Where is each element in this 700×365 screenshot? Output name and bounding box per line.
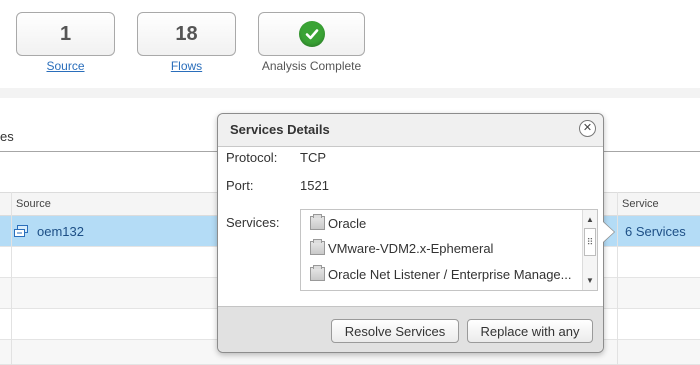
port-value: 1521 (300, 178, 329, 193)
tab-label[interactable]: es (0, 129, 14, 144)
protocol-label: Protocol: (226, 150, 278, 165)
popover-title: Services Details (230, 122, 330, 137)
analysis-status-box (258, 12, 365, 56)
row-service-link[interactable]: 6 Services (625, 224, 686, 239)
scroll-up-icon[interactable]: ▲ (583, 212, 597, 226)
flows-count-box[interactable]: 18 (137, 12, 236, 56)
resolve-services-button[interactable]: Resolve Services (331, 319, 459, 343)
service-icon (310, 239, 325, 255)
flows-link[interactable]: Flows (137, 59, 236, 73)
source-count: 1 (59, 22, 72, 45)
port-label: Port: (226, 178, 254, 193)
replace-with-any-button[interactable]: Replace with any (467, 319, 593, 343)
service-name: VMware-VDM2.x-Ephemeral (328, 240, 494, 256)
services-scrollbar[interactable]: ▲ ⠿ ▼ (582, 210, 597, 290)
list-item[interactable]: Oracle Net Listener / Enterprise Manage.… (310, 264, 572, 284)
scroll-down-icon[interactable]: ▼ (583, 273, 597, 287)
analysis-status-label: Analysis Complete (261, 59, 362, 73)
service-name: Oracle (328, 215, 367, 231)
close-icon[interactable]: ✕ (579, 120, 596, 137)
vm-icon (13, 224, 29, 239)
service-icon (310, 265, 325, 281)
list-item[interactable]: VMware-VDM2.x-Ephemeral (310, 238, 493, 258)
column-header-service[interactable]: Service (622, 198, 659, 210)
scroll-thumb[interactable]: ⠿ (584, 228, 596, 256)
checkmark-icon (298, 21, 325, 47)
protocol-value: TCP (300, 150, 326, 165)
service-name: Oracle Net Listener / Enterprise Manage.… (328, 266, 572, 282)
column-divider (11, 192, 12, 365)
section-divider (0, 88, 700, 98)
column-header-source[interactable]: Source (16, 198, 51, 210)
service-icon (310, 214, 325, 230)
summary-bar: 1 Source 18 Flows Analysis Complete (0, 0, 700, 90)
services-details-popover: Services Details ✕ Protocol: TCP Port: 1… (217, 113, 604, 353)
flows-count: 18 (175, 22, 198, 45)
popover-header: Services Details ✕ (218, 114, 603, 147)
source-link[interactable]: Source (16, 59, 115, 73)
source-count-box[interactable]: 1 (16, 12, 115, 56)
list-item[interactable]: Oracle (310, 213, 366, 233)
row-source: oem132 (37, 224, 84, 239)
column-divider (617, 192, 618, 365)
popover-footer: Resolve Services Replace with any (218, 306, 603, 352)
popover-pointer-fill (603, 222, 614, 242)
services-label: Services: (226, 215, 280, 230)
services-list[interactable]: Oracle VMware-VDM2.x-Ephemeral Oracle Ne… (300, 209, 598, 291)
